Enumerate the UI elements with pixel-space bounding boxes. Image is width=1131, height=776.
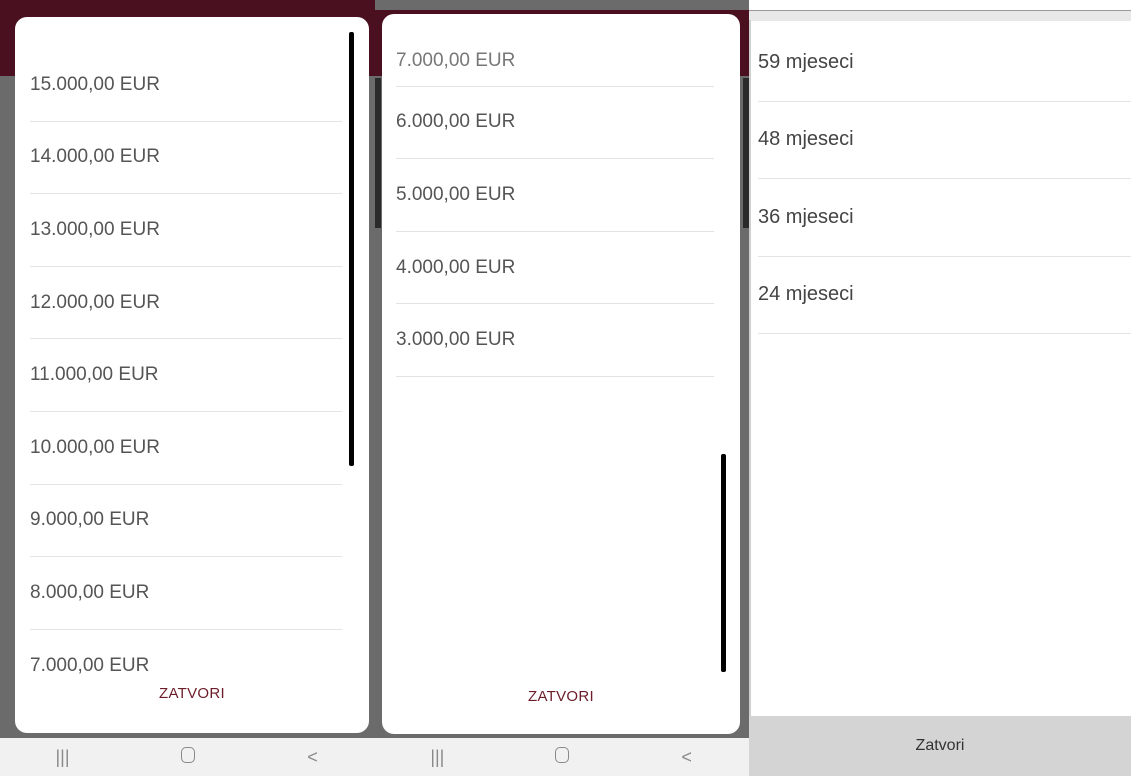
back-icon[interactable]: < xyxy=(283,747,343,768)
back-icon[interactable]: < xyxy=(657,747,717,768)
recents-icon[interactable]: ||| xyxy=(33,747,93,768)
divider xyxy=(749,20,751,716)
amount-option[interactable]: 13.000,00 EUR xyxy=(30,194,342,267)
scrollbar[interactable] xyxy=(349,32,354,466)
amount-option[interactable]: 9.000,00 EUR xyxy=(30,485,342,558)
amount-option[interactable]: 8.000,00 EUR xyxy=(30,557,342,630)
home-icon[interactable] xyxy=(158,746,218,768)
amount-option[interactable]: 7.000,00 EUR xyxy=(396,14,714,87)
amount-option[interactable]: 12.000,00 EUR xyxy=(30,267,342,340)
amount-picker-screen-1: 15.000,00 EUR 14.000,00 EUR 13.000,00 EU… xyxy=(0,0,375,776)
background-edge xyxy=(375,78,381,228)
amount-option[interactable]: 5.000,00 EUR xyxy=(396,159,714,232)
close-button[interactable]: Zatvori xyxy=(749,716,1131,776)
amount-option[interactable]: 3.000,00 EUR xyxy=(396,304,714,377)
term-option[interactable]: 48 mjeseci xyxy=(758,102,1131,179)
amount-option[interactable]: 10.000,00 EUR xyxy=(30,412,342,485)
amount-option[interactable]: 14.000,00 EUR xyxy=(30,122,342,195)
term-option[interactable]: 36 mjeseci xyxy=(758,179,1131,257)
term-picker-screen: 59 mjeseci 48 mjeseci 36 mjeseci 24 mjes… xyxy=(749,0,1131,776)
term-option[interactable]: 24 mjeseci xyxy=(758,257,1131,334)
close-button[interactable]: ZATVORI xyxy=(382,688,740,705)
amount-list: 15.000,00 EUR 14.000,00 EUR 13.000,00 EU… xyxy=(30,49,342,702)
amount-picker-screen-2: 7.000,00 EUR 6.000,00 EUR 5.000,00 EUR 4… xyxy=(375,0,749,776)
amount-option[interactable]: 4.000,00 EUR xyxy=(396,232,714,305)
amount-picker-dialog: 7.000,00 EUR 6.000,00 EUR 5.000,00 EUR 4… xyxy=(382,14,740,734)
status-edge xyxy=(749,10,1131,21)
term-list: 59 mjeseci 48 mjeseci 36 mjeseci 24 mjes… xyxy=(758,24,1131,334)
system-nav-bar: ||| < xyxy=(0,738,375,776)
amount-option[interactable]: 11.000,00 EUR xyxy=(30,339,342,412)
scrollbar[interactable] xyxy=(721,454,726,672)
system-nav-bar: ||| < xyxy=(375,738,749,776)
amount-picker-dialog: 15.000,00 EUR 14.000,00 EUR 13.000,00 EU… xyxy=(15,17,369,733)
amount-option[interactable]: 15.000,00 EUR xyxy=(30,49,342,122)
home-icon[interactable] xyxy=(532,746,592,768)
close-button[interactable]: ZATVORI xyxy=(15,685,369,702)
amount-option[interactable]: 6.000,00 EUR xyxy=(396,87,714,160)
recents-icon[interactable]: ||| xyxy=(407,747,467,768)
amount-list: 7.000,00 EUR 6.000,00 EUR 5.000,00 EUR 4… xyxy=(396,14,714,377)
term-option[interactable]: 59 mjeseci xyxy=(758,24,1131,102)
